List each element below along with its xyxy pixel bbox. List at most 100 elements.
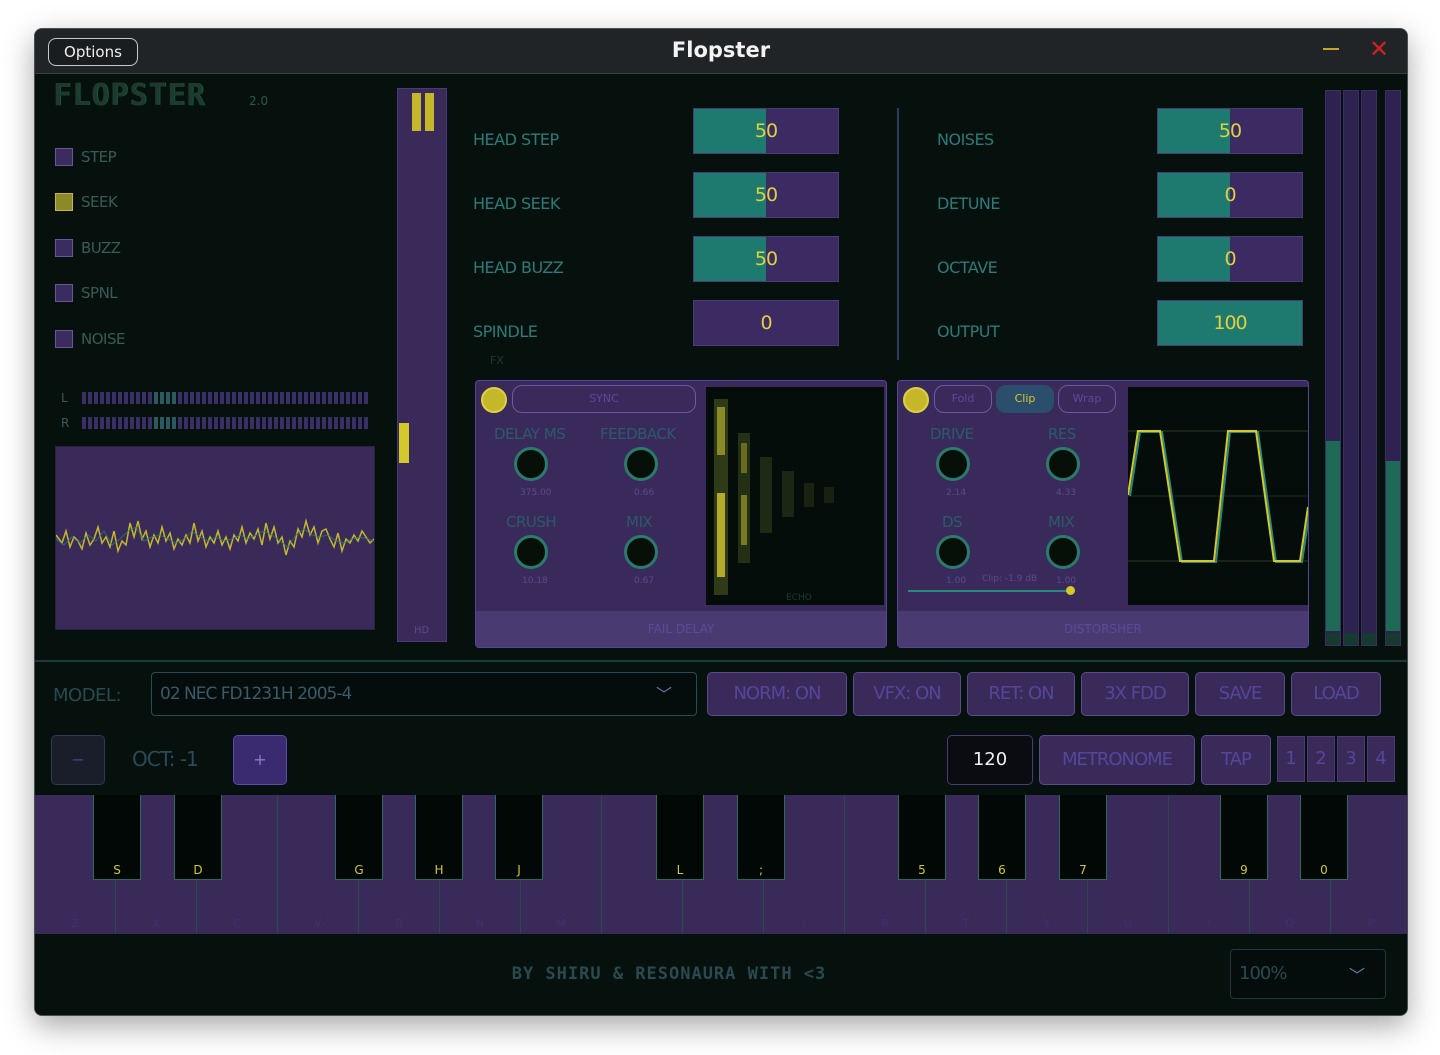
sync-button[interactable]: SYNC [512,385,696,413]
mix-knob[interactable] [624,535,658,569]
slider-value: 100 [1213,312,1247,334]
octave-down-button[interactable]: − [51,735,105,785]
meter-segment [88,417,92,429]
divider [35,660,1407,662]
meter-segment [298,392,302,404]
meter-segment [244,392,248,404]
mode-clip[interactable]: Clip [996,385,1054,413]
meter-segment [196,392,200,404]
vfx-button[interactable]: VFX: ON [853,672,961,716]
vu-foot [1362,633,1376,645]
drive-knob[interactable] [936,447,970,481]
norm-button[interactable]: NORM: ON [707,672,847,716]
checkbox[interactable] [55,239,73,257]
output-vu-2 [1343,90,1359,646]
metronome-button[interactable]: METRONOME [1039,735,1195,785]
crush-knob[interactable] [514,535,548,569]
chevron-down-icon: ﹀ [1349,966,1366,985]
meter-segment [118,392,122,404]
delay-footer: FAIL DELAY [476,611,886,647]
meter-segment [268,392,272,404]
meter-segment [322,417,326,429]
bpm-field[interactable]: 120 [947,735,1033,785]
slot-button-2[interactable]: 2 [1307,736,1335,782]
slot-button-4[interactable]: 4 [1367,736,1395,782]
detune-slider[interactable]: 0 [1157,172,1303,218]
slider-value: 0 [760,312,772,334]
black-key[interactable]: G [335,795,383,880]
head-step-slider[interactable]: 50 [693,108,839,154]
checkbox[interactable] [55,148,73,166]
black-key[interactable]: 0 [1300,795,1348,880]
power-icon[interactable] [481,387,507,413]
power-icon[interactable] [903,387,929,413]
knob-label: MIX [626,513,653,531]
black-key[interactable]: H [415,795,463,880]
output-vu-4 [1385,90,1401,646]
meter-segment [322,392,326,404]
key-label: H [434,863,444,877]
spindle-slider[interactable]: 0 [693,300,839,346]
meter-segment [112,417,116,429]
slot-button-1[interactable]: 1 [1277,736,1305,782]
divider [897,108,899,360]
tap-button[interactable]: TAP [1201,735,1271,785]
meter-segment [250,417,254,429]
knob-label: FEEDBACK [600,425,676,443]
knob-value: 0.67 [634,576,655,586]
ds-knob[interactable] [936,535,970,569]
meter-segment [346,417,350,429]
meter-segment [166,417,170,429]
mix-knob[interactable] [1046,535,1080,569]
octave-up-button[interactable]: + [233,735,287,785]
slider-value: 50 [1218,120,1242,142]
black-key[interactable]: L [656,795,704,880]
slider-value: 50 [754,120,778,142]
head-position-strip: HD [397,88,447,642]
res-knob[interactable] [1046,447,1080,481]
checkbox[interactable] [55,193,73,211]
checkbox[interactable] [55,284,73,302]
black-key[interactable]: 7 [1059,795,1107,880]
meter-segment [184,417,188,429]
mode-wrap[interactable]: Wrap [1058,385,1116,413]
head-seek-slider[interactable]: 50 [693,172,839,218]
meter-segment [202,392,206,404]
zoom-dropdown[interactable]: 100% ﹀ [1230,949,1386,999]
black-key[interactable]: J [495,795,543,880]
checkbox[interactable] [55,330,73,348]
delay-knob[interactable] [514,447,548,481]
meter-segment [280,417,284,429]
meter-segment [268,417,272,429]
meter-segment [304,417,308,429]
black-key[interactable]: D [174,795,222,880]
minimize-icon[interactable] [1323,48,1339,50]
black-key[interactable]: 5 [898,795,946,880]
black-key[interactable]: ; [737,795,785,880]
octave-slider[interactable]: 0 [1157,236,1303,282]
noises-slider[interactable]: 50 [1157,108,1303,154]
echo-display: ECHO [706,387,884,605]
load-button[interactable]: LOAD [1291,672,1381,716]
black-key[interactable]: 9 [1220,795,1268,880]
black-key[interactable]: 6 [978,795,1026,880]
feedback-knob[interactable] [624,447,658,481]
meter-segment [238,392,242,404]
black-key[interactable]: S [93,795,141,880]
output-slider[interactable]: 100 [1157,300,1303,346]
ret-button[interactable]: RET: ON [967,672,1075,716]
head-buzz-slider[interactable]: 50 [693,236,839,282]
knob-label: DRIVE [930,425,974,443]
meter-segment [220,392,224,404]
mode-fold[interactable]: Fold [934,385,992,413]
model-dropdown[interactable]: 02 NEC FD1231H 2005-4 ﹀ [151,672,697,716]
slot-button-3[interactable]: 3 [1337,736,1365,782]
meter-segment [358,417,362,429]
close-icon[interactable]: ✕ [1369,35,1389,63]
meter-segment [136,392,140,404]
save-button[interactable]: SAVE [1195,672,1285,716]
3x-fdd-button[interactable]: 3X FDD [1081,672,1189,716]
meter-segment [286,417,290,429]
slider-value: 50 [754,248,778,270]
key-label: 5 [918,863,926,877]
